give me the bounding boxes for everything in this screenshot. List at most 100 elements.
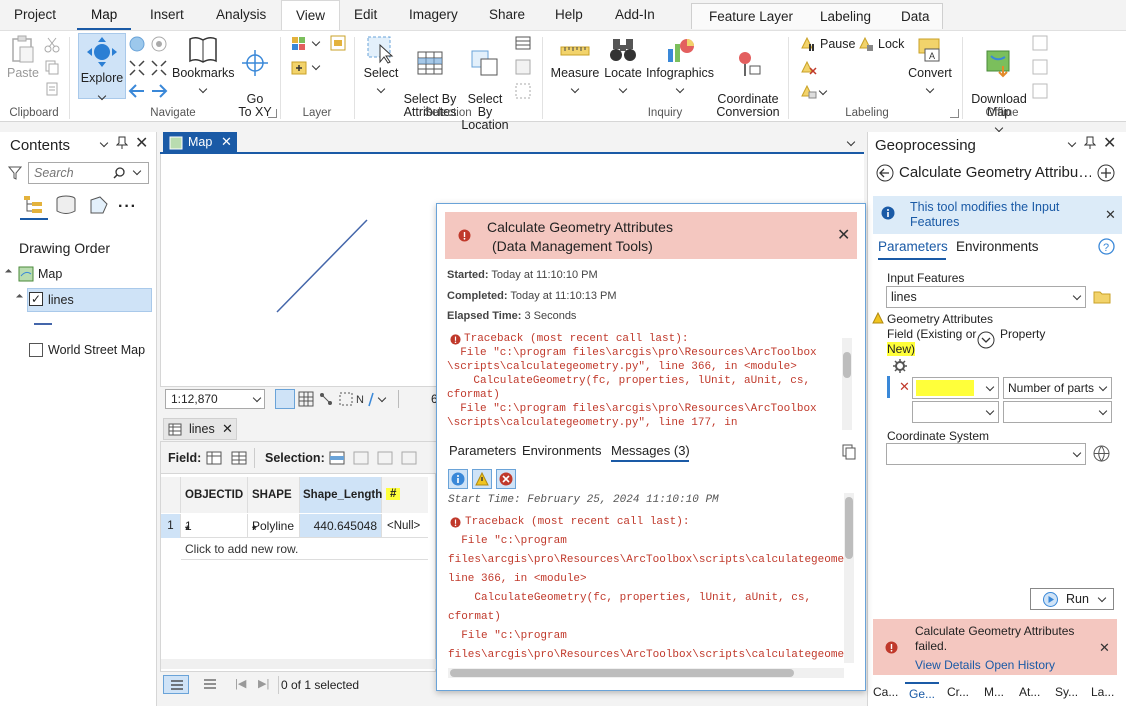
expand-lines-icon[interactable] <box>15 293 24 302</box>
field-dropdown-2[interactable] <box>912 401 999 423</box>
open-history-link[interactable]: Open History <box>985 658 1055 672</box>
settings-gear-icon[interactable] <box>892 358 908 374</box>
geo-tab-parameters[interactable]: Parameters <box>878 239 948 254</box>
close-map-tab-icon[interactable]: ✕ <box>221 134 232 150</box>
remove-offline-icon[interactable] <box>1032 59 1048 75</box>
close-table-tab-icon[interactable]: ✕ <box>222 421 233 437</box>
column-header-objectid[interactable]: OBJECTID * <box>181 477 248 537</box>
close-geoprocessing-icon[interactable]: ✕ <box>1103 136 1116 152</box>
help-icon[interactable]: ? <box>1098 238 1115 255</box>
tab-view[interactable]: View <box>281 0 341 30</box>
add-new-row[interactable]: Click to add new row. <box>181 538 428 560</box>
messages-vscrollbar[interactable] <box>844 493 854 663</box>
infographics-button[interactable]: Infographics <box>644 35 716 95</box>
snapping-icon[interactable] <box>275 389 295 409</box>
switch-selection-icon[interactable] <box>377 450 393 466</box>
grid-icon[interactable] <box>298 391 314 407</box>
tab-imagery[interactable]: Imagery <box>395 0 472 30</box>
close-info-icon[interactable]: ✕ <box>1105 207 1116 223</box>
top-trace-scrollbar[interactable] <box>842 338 852 430</box>
view-details-link[interactable]: View Details <box>915 658 981 672</box>
bottom-tab-catalog[interactable]: Ca... <box>873 682 898 702</box>
show-all-records-icon[interactable] <box>163 675 189 694</box>
property-dropdown[interactable]: Number of parts <box>1003 377 1112 399</box>
download-map-button[interactable]: Download Map <box>968 35 1030 147</box>
sync-icon[interactable] <box>1032 35 1048 51</box>
cell-objectid[interactable]: 1 <box>181 514 248 538</box>
calculate-field-icon[interactable] <box>231 450 247 466</box>
back-icon[interactable] <box>876 164 894 182</box>
lines-visibility-checkbox[interactable]: ✓ <box>29 292 43 306</box>
tab-add-in[interactable]: Add-In <box>601 0 669 30</box>
lines-table-tab[interactable]: lines ✕ <box>163 418 237 440</box>
column-header-shape[interactable]: SHAPE * <box>248 477 300 537</box>
full-extent-icon[interactable] <box>128 35 146 53</box>
more-options-icon[interactable]: ··· <box>118 198 137 216</box>
tab-share[interactable]: Share <box>475 0 539 30</box>
tab-analysis[interactable]: Analysis <box>202 0 280 30</box>
explore-button[interactable]: Explore <box>78 33 126 101</box>
cell-shape[interactable]: Polyline <box>248 514 300 538</box>
filter-error-toggle[interactable] <box>496 469 516 489</box>
tab-data[interactable]: Data <box>901 4 930 29</box>
copy-path-icon[interactable] <box>44 81 60 97</box>
bottom-tab-geoprocessing[interactable]: Ge... <box>905 682 939 702</box>
locate-button[interactable]: Locate <box>602 35 644 95</box>
globe-icon[interactable] <box>1093 445 1110 462</box>
browse-folder-icon[interactable] <box>1093 289 1111 304</box>
north-arrow-icon[interactable]: N <box>356 390 376 408</box>
pane-options-icon[interactable] <box>99 138 109 148</box>
rotation-dropdown-icon[interactable] <box>377 393 387 403</box>
add-graphics-icon[interactable] <box>330 35 346 51</box>
tab-help[interactable]: Help <box>541 0 597 30</box>
line-symbol[interactable] <box>34 323 52 325</box>
search-input[interactable] <box>34 164 114 182</box>
column-header-hash[interactable]: # <box>382 477 428 513</box>
topology-icon[interactable] <box>338 391 354 407</box>
filter-info-toggle[interactable] <box>448 469 468 489</box>
bottom-tab-symbology[interactable]: Sy... <box>1055 682 1078 702</box>
polyline-feature[interactable] <box>275 218 369 314</box>
close-contents-icon[interactable]: ✕ <box>135 136 148 152</box>
tab-edit[interactable]: Edit <box>340 0 391 30</box>
table-scrollbar[interactable] <box>161 659 437 669</box>
add-data-icon[interactable] <box>290 35 312 53</box>
copy-messages-icon[interactable] <box>842 444 857 460</box>
basemap-visibility-checkbox[interactable] <box>29 343 43 357</box>
coordinate-system-dropdown[interactable] <box>886 443 1086 465</box>
cell-shape-length[interactable]: 440.645048 <box>300 514 382 538</box>
field-dropdown[interactable] <box>912 377 999 399</box>
fixed-zoom-out-icon[interactable] <box>150 59 168 77</box>
add-field-icon[interactable] <box>206 450 222 466</box>
bookmarks-button[interactable]: Bookmarks <box>172 35 235 95</box>
fixed-zoom-in-icon[interactable] <box>128 59 146 77</box>
messages-hscrollbar[interactable] <box>448 668 844 678</box>
previous-extent-icon[interactable] <box>128 83 146 99</box>
editing-icon[interactable] <box>88 194 110 216</box>
add-preset-icon[interactable] <box>290 59 312 77</box>
expand-map-icon[interactable] <box>4 268 13 277</box>
first-record-icon[interactable]: |◀ <box>235 677 246 690</box>
clear-selection-table-icon[interactable] <box>401 450 417 466</box>
bottom-tab-attributes[interactable]: At... <box>1019 682 1040 702</box>
tab-insert[interactable]: Insert <box>136 0 198 30</box>
popup-tab-parameters[interactable]: Parameters <box>449 443 516 458</box>
convert-button[interactable]: A Convert <box>906 35 954 95</box>
geo-tab-environments[interactable]: Environments <box>956 239 1039 254</box>
property-dropdown-2[interactable] <box>1003 401 1112 423</box>
scale-box[interactable]: 1:12,870 <box>165 389 265 409</box>
tab-map[interactable]: Map <box>77 0 132 30</box>
input-features-dropdown[interactable]: lines <box>886 286 1086 308</box>
run-button[interactable]: Run <box>1030 588 1114 610</box>
drawing-order-icon[interactable] <box>22 194 46 216</box>
zoom-layer-icon[interactable] <box>150 35 168 53</box>
filter-icon[interactable] <box>8 166 22 180</box>
tab-feature-layer[interactable]: Feature Layer <box>709 4 793 29</box>
tab-project[interactable]: Project <box>0 0 70 30</box>
attributes-icon[interactable] <box>515 35 531 51</box>
bottom-tab-create[interactable]: Cr... <box>947 682 969 702</box>
bottom-tab-labeling[interactable]: La... <box>1091 682 1114 702</box>
pause-labeling-button[interactable]: Pause <box>800 36 855 52</box>
geo-options-icon[interactable] <box>1067 138 1077 148</box>
search-box[interactable] <box>28 162 149 184</box>
